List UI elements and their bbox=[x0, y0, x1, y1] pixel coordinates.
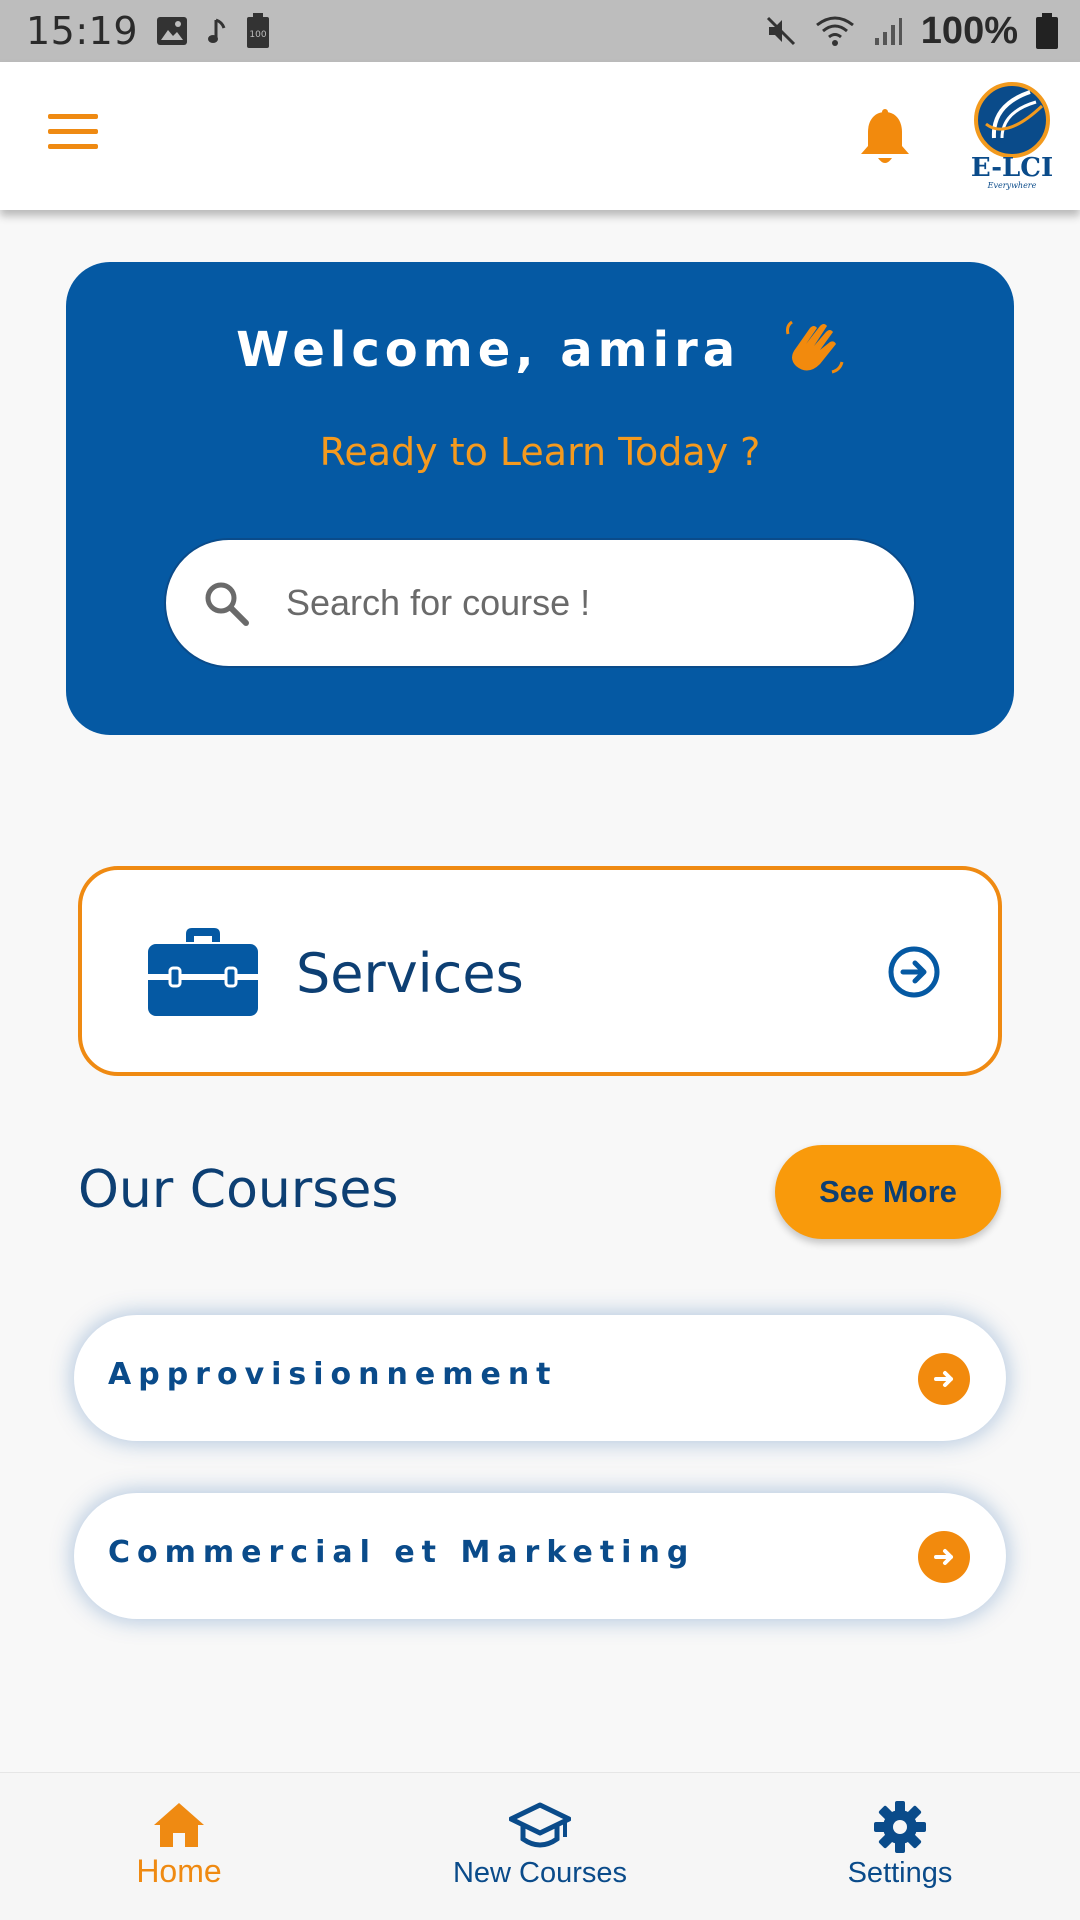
image-icon bbox=[157, 17, 188, 45]
nav-item-home[interactable]: Home bbox=[104, 1773, 254, 1920]
services-label: Services bbox=[296, 942, 524, 1005]
arrow-right-icon[interactable] bbox=[918, 1353, 970, 1405]
bottom-navigation: Home New Courses Settings bbox=[0, 1772, 1080, 1920]
hamburger-menu-icon[interactable] bbox=[48, 114, 98, 154]
wifi-icon bbox=[815, 16, 854, 46]
nav-item-settings[interactable]: Settings bbox=[820, 1773, 980, 1920]
welcome-heading: Welcome, amira bbox=[66, 320, 1014, 378]
course-item-commercial-marketing[interactable]: Commercial et Marketing bbox=[74, 1493, 1006, 1619]
circle-arrow-right-icon[interactable] bbox=[888, 946, 940, 998]
status-time: 15:19 bbox=[26, 9, 139, 53]
arrow-right-icon[interactable] bbox=[918, 1531, 970, 1583]
nav-label-home: Home bbox=[136, 1853, 222, 1889]
search-input[interactable] bbox=[286, 582, 846, 624]
search-icon bbox=[205, 582, 249, 626]
services-card[interactable]: Services bbox=[78, 866, 1002, 1076]
app-logo: E-LCI Everywhere bbox=[971, 80, 1053, 192]
welcome-text: Welcome, amira bbox=[236, 322, 741, 378]
search-bar[interactable] bbox=[164, 538, 916, 668]
svg-text:100: 100 bbox=[249, 30, 266, 40]
music-note-icon bbox=[208, 18, 226, 43]
welcome-card: Welcome, amira Ready to Learn Today ? bbox=[66, 262, 1014, 735]
svg-text:E-LCI: E-LCI bbox=[972, 153, 1052, 183]
app-bar: E-LCI Everywhere bbox=[0, 62, 1080, 210]
courses-heading: Our Courses bbox=[78, 1160, 399, 1220]
mute-icon bbox=[766, 16, 795, 46]
home-icon bbox=[154, 1803, 204, 1847]
battery-icon bbox=[1036, 13, 1058, 49]
nav-item-new-courses[interactable]: New Courses bbox=[440, 1773, 640, 1920]
see-more-button[interactable]: See More bbox=[775, 1145, 1001, 1239]
course-item-approvisionnement[interactable]: Approvisionnement bbox=[74, 1315, 1006, 1441]
status-bar: 15:19 100 100% bbox=[0, 0, 1080, 62]
gear-icon bbox=[874, 1801, 926, 1853]
course-label: Approvisionnement bbox=[108, 1357, 558, 1392]
nav-label-new-courses: New Courses bbox=[452, 1857, 628, 1889]
bell-icon[interactable] bbox=[858, 108, 912, 168]
nav-label-settings: Settings bbox=[847, 1857, 953, 1889]
svg-text:Everywhere: Everywhere bbox=[987, 181, 1037, 190]
battery-saver-icon: 100 bbox=[247, 13, 270, 48]
waving-hand-icon bbox=[785, 320, 844, 374]
battery-percent: 100% bbox=[920, 9, 1018, 52]
course-label: Commercial et Marketing bbox=[108, 1535, 696, 1570]
signal-icon bbox=[874, 18, 902, 45]
graduation-cap-icon bbox=[509, 1802, 571, 1848]
briefcase-icon bbox=[148, 928, 258, 1016]
welcome-subtitle: Ready to Learn Today ? bbox=[319, 430, 761, 474]
